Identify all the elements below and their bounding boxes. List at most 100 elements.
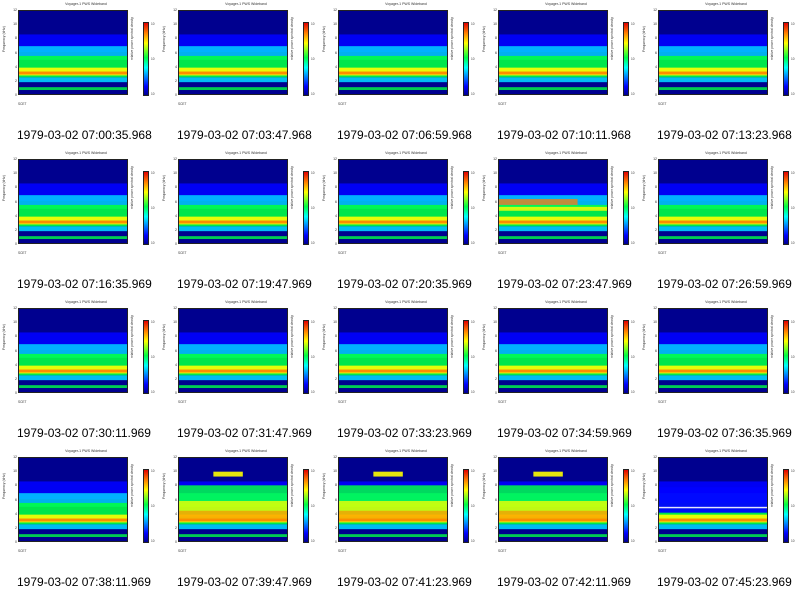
- spectrogram-panel[interactable]: Voyager-1 PWS Wideband Frequency (kHz) 12 1…: [320, 149, 480, 298]
- orange-band: [659, 220, 767, 224]
- spectrogram-panel[interactable]: Voyager-1 PWS Wideband Frequency (kHz) 12 1…: [320, 447, 480, 596]
- cyan-band: [499, 375, 607, 381]
- dark-band: [19, 529, 127, 535]
- spectrogram-thumbnail[interactable]: Voyager-1 PWS Wideband Frequency (kHz) 12 1…: [640, 149, 800, 274]
- scet-label: SCET: [658, 251, 667, 255]
- colorbar-tick-label: 10: [471, 206, 475, 210]
- y-tick-label: 12: [13, 157, 17, 161]
- spectrogram-panel[interactable]: Voyager-1 PWS Wideband Frequency (kHz) 12 1…: [0, 0, 160, 149]
- y-tick-label: 0: [495, 540, 497, 544]
- spectrogram-panel[interactable]: Voyager-1 PWS Wideband Frequency (kHz) 12 1…: [640, 298, 800, 447]
- spectrogram-panel[interactable]: Voyager-1 PWS Wideband Frequency (kHz) 12 1…: [0, 298, 160, 447]
- colorbar-tick-label: 10: [151, 320, 155, 324]
- spectrogram-thumbnail[interactable]: Voyager-1 PWS Wideband Frequency (kHz) 12 1…: [0, 447, 160, 572]
- colorbar-tick-label: 10: [151, 390, 155, 394]
- y-tick-label: 12: [173, 157, 177, 161]
- y-tick-label: 10: [173, 320, 177, 325]
- spectrogram-thumbnail[interactable]: Voyager-1 PWS Wideband Frequency (kHz) 12 1…: [0, 298, 160, 423]
- y-tick-label: 2: [175, 227, 177, 232]
- spectrogram-panel[interactable]: Voyager-1 PWS Wideband Frequency (kHz) 12 1…: [0, 447, 160, 596]
- cyan-band: [179, 226, 287, 232]
- spectrogram-panel[interactable]: Voyager-1 PWS Wideband Frequency (kHz) 12 1…: [160, 447, 320, 596]
- spectrogram-panel[interactable]: Voyager-1 PWS Wideband Frequency (kHz) 12 1…: [320, 0, 480, 149]
- plot-title: Voyager-1 PWS Wideband: [385, 300, 427, 304]
- orange-band: [19, 71, 127, 75]
- spectrogram-panel[interactable]: Voyager-1 PWS Wideband Frequency (kHz) 12 1…: [160, 0, 320, 149]
- spectrogram-plot: [178, 308, 288, 393]
- green-band: [19, 87, 127, 91]
- colorbar: [623, 22, 629, 96]
- spectrogram-thumbnail[interactable]: Voyager-1 PWS Wideband Frequency (kHz) 12 1…: [480, 298, 640, 423]
- spectrogram-thumbnail[interactable]: Voyager-1 PWS Wideband Frequency (kHz) 12 1…: [160, 447, 320, 572]
- spectrogram-thumbnail[interactable]: Voyager-1 PWS Wideband Frequency (kHz) 12 1…: [480, 0, 640, 125]
- spectrogram-plot: [18, 308, 128, 393]
- colorbar-tick-label: 10: [791, 355, 795, 359]
- spectrogram-thumbnail[interactable]: Voyager-1 PWS Wideband Frequency (kHz) 12 1…: [0, 0, 160, 125]
- spectrogram-panel[interactable]: Voyager-1 PWS Wideband Frequency (kHz) 12 1…: [480, 298, 640, 447]
- spectrogram-thumbnail[interactable]: Voyager-1 PWS Wideband Frequency (kHz) 12 1…: [320, 298, 480, 423]
- spectrogram-thumbnail[interactable]: Voyager-1 PWS Wideband Frequency (kHz) 12 1…: [160, 149, 320, 274]
- spectrogram-thumbnail[interactable]: Voyager-1 PWS Wideband Frequency (kHz) 12 1…: [0, 149, 160, 274]
- spectrogram-image: [339, 309, 447, 392]
- y-tick-label: 2: [495, 376, 497, 381]
- y-tick-label: 0: [335, 93, 337, 97]
- spectrogram-panel[interactable]: Voyager-1 PWS Wideband Frequency (kHz) 12 1…: [640, 149, 800, 298]
- spectrogram-panel[interactable]: Voyager-1 PWS Wideband Frequency (kHz) 12 1…: [320, 298, 480, 447]
- scet-label: SCET: [18, 400, 27, 404]
- y-tick-label: 10: [173, 22, 177, 27]
- spectrogram-panel[interactable]: Voyager-1 PWS Wideband Frequency (kHz) 12 1…: [480, 447, 640, 596]
- plot-title: Voyager-1 PWS Wideband: [225, 449, 267, 453]
- orange-band: [19, 518, 127, 522]
- y-tick-label: 2: [15, 525, 17, 530]
- spectrogram-thumbnail[interactable]: Voyager-1 PWS Wideband Frequency (kHz) 12 1…: [480, 149, 640, 274]
- y-tick-label: 10: [13, 469, 17, 474]
- timestamp-caption: 1979-03-02 07:38:11.969: [17, 575, 151, 589]
- spectrogram-thumbnail[interactable]: Voyager-1 PWS Wideband Frequency (kHz) 12 1…: [160, 298, 320, 423]
- colorbar-label: relative power spectral density: [770, 166, 774, 209]
- spectrogram-panel[interactable]: Voyager-1 PWS Wideband Frequency (kHz) 12 1…: [0, 149, 160, 298]
- spectrogram-thumbnail[interactable]: Voyager-1 PWS Wideband Frequency (kHz) 12 1…: [320, 149, 480, 274]
- spectrogram-image: [659, 11, 767, 94]
- colorbar-tick-label: 10: [631, 539, 635, 543]
- green-band: [659, 385, 767, 389]
- spectrogram-panel[interactable]: Voyager-1 PWS Wideband Frequency (kHz) 12 1…: [160, 149, 320, 298]
- spectrogram-panel[interactable]: Voyager-1 PWS Wideband Frequency (kHz) 12 1…: [480, 0, 640, 149]
- spectrogram-panel[interactable]: Voyager-1 PWS Wideband Frequency (kHz) 12 1…: [480, 149, 640, 298]
- y-axis-label: Frequency (kHz): [642, 324, 646, 350]
- colorbar-label: relative power spectral density: [290, 464, 294, 507]
- y-tick-label: 4: [175, 362, 177, 367]
- spectrogram-panel[interactable]: Voyager-1 PWS Wideband Frequency (kHz) 12 1…: [640, 447, 800, 596]
- y-tick-label: 0: [15, 242, 17, 246]
- y-axis-ticks: 12 10 8 6 4 2 0: [489, 157, 497, 246]
- spectrogram-panel[interactable]: Voyager-1 PWS Wideband Frequency (kHz) 12 1…: [640, 0, 800, 149]
- colorbar-tick-label: 10: [471, 355, 475, 359]
- scet-label: SCET: [178, 102, 187, 106]
- spectrogram-thumbnail[interactable]: Voyager-1 PWS Wideband Frequency (kHz) 12 1…: [480, 447, 640, 572]
- timestamp-caption: 1979-03-02 07:00:35.968: [17, 128, 152, 142]
- colorbar: [463, 22, 469, 96]
- spectrogram-image: [659, 309, 767, 392]
- y-tick-label: 6: [655, 497, 657, 502]
- y-tick-label: 4: [175, 511, 177, 516]
- green-band: [339, 87, 447, 91]
- y-tick-label: 8: [15, 334, 17, 339]
- y-tick-label: 8: [655, 483, 657, 488]
- y-tick-label: 10: [653, 22, 657, 27]
- scet-label: SCET: [178, 400, 187, 404]
- y-tick-label: 4: [335, 64, 337, 69]
- dark-band: [339, 529, 447, 535]
- colorbar-tick-label: 10: [311, 171, 315, 175]
- spectrogram-thumbnail[interactable]: Voyager-1 PWS Wideband Frequency (kHz) 12 1…: [320, 447, 480, 572]
- spectrogram-panel[interactable]: Voyager-1 PWS Wideband Frequency (kHz) 12 1…: [160, 298, 320, 447]
- spectrogram-thumbnail[interactable]: Voyager-1 PWS Wideband Frequency (kHz) 12 1…: [640, 0, 800, 125]
- noise-band: [659, 487, 767, 513]
- scet-label: SCET: [498, 400, 507, 404]
- spectrogram-thumbnail[interactable]: Voyager-1 PWS Wideband Frequency (kHz) 12 1…: [320, 0, 480, 125]
- spectrogram-thumbnail[interactable]: Voyager-1 PWS Wideband Frequency (kHz) 12 1…: [160, 0, 320, 125]
- spectrogram-thumbnail[interactable]: Voyager-1 PWS Wideband Frequency (kHz) 12 1…: [640, 298, 800, 423]
- y-tick-label: 6: [15, 199, 17, 204]
- spectrogram-thumbnail[interactable]: Voyager-1 PWS Wideband Frequency (kHz) 12 1…: [640, 447, 800, 572]
- y-axis-ticks: 12 10 8 6 4 2 0: [649, 8, 657, 97]
- yellow-patch: [213, 471, 243, 477]
- plot-title: Voyager-1 PWS Wideband: [385, 2, 427, 6]
